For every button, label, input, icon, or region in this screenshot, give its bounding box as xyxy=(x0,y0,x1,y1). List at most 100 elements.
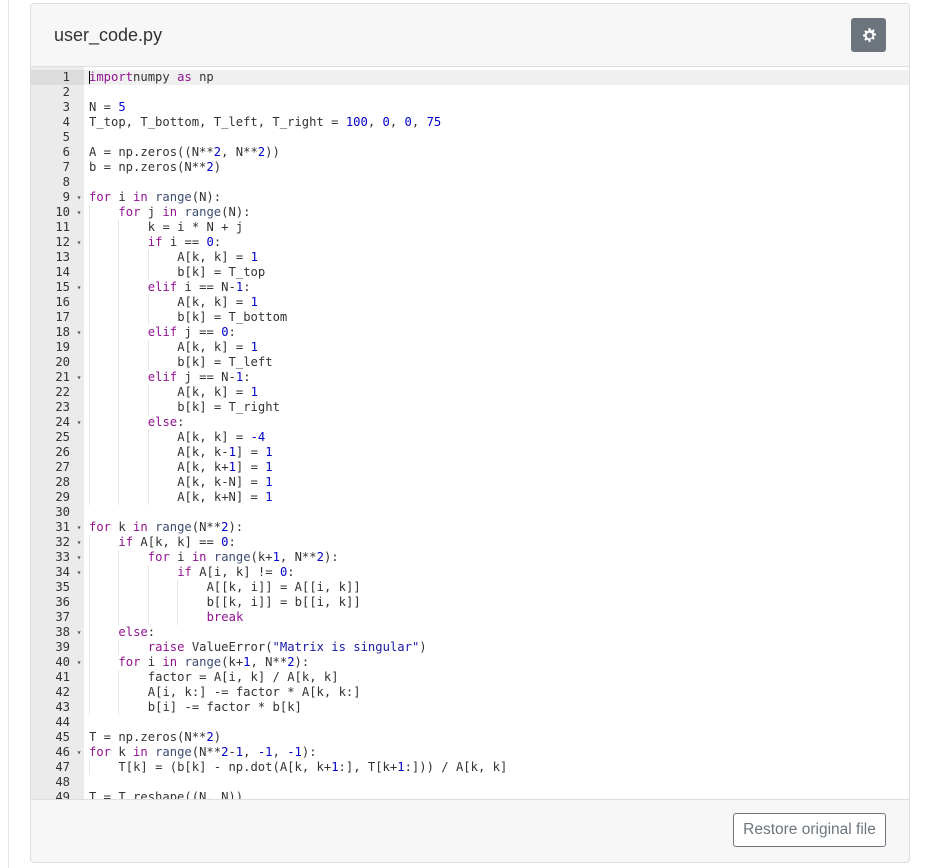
code-line[interactable]: 30 xyxy=(31,505,909,520)
fold-toggle-icon[interactable]: ▾ xyxy=(74,415,84,430)
code-token: :], T[k+ xyxy=(338,760,398,774)
code-line[interactable]: 27 A[k, k+1] = 1 xyxy=(31,460,909,475)
code-token: , xyxy=(367,115,383,129)
code-line[interactable]: 48 xyxy=(31,775,909,790)
code-line[interactable]: 32 ▾ if A[k, k] == 0: xyxy=(31,535,909,550)
code-line[interactable]: 8 xyxy=(31,175,909,190)
code-token: break xyxy=(206,610,244,624)
code-line[interactable]: 14 b[k] = T_top xyxy=(31,265,909,280)
code-line[interactable]: 43 b[i] -= factor * b[k] xyxy=(31,700,909,715)
code-line[interactable]: 34 ▾ if A[i, k] != 0: xyxy=(31,565,909,580)
fold-toggle-icon[interactable]: ▾ xyxy=(74,565,84,580)
code-line[interactable]: 10 ▾ for j in range(N): xyxy=(31,205,909,220)
code-token: in xyxy=(133,520,148,534)
restore-original-file-button[interactable]: Restore original file xyxy=(733,813,886,847)
fold-toggle-icon[interactable]: ▾ xyxy=(74,655,84,670)
code-token: for xyxy=(118,205,141,219)
code-token: -1 xyxy=(257,745,273,759)
code-token: import xyxy=(89,70,134,84)
code-text: b[k] = T_top xyxy=(177,265,265,280)
code-line[interactable]: 26 A[k, k-1] = 1 xyxy=(31,445,909,460)
code-line[interactable]: 46 ▾ for k in range(N**2-1, -1, -1): xyxy=(31,745,909,760)
code-line[interactable]: 15 ▾ elif i == N-1: xyxy=(31,280,909,295)
fold-toggle-icon[interactable]: ▾ xyxy=(74,280,84,295)
fold-toggle-icon[interactable]: ▾ xyxy=(74,205,84,220)
indent-guide xyxy=(118,265,120,280)
code-token: ) xyxy=(213,730,222,744)
code-line[interactable]: 6 A = np.zeros((N**2, N**2)) xyxy=(31,145,909,160)
code-line[interactable]: 47 T[k] = (b[k] - np.dot(A[k, k+1:], T[k+… xyxy=(31,760,909,775)
code-token: : xyxy=(228,535,236,549)
fold-toggle-icon[interactable]: ▾ xyxy=(74,370,84,385)
code-line[interactable]: 45 T = np.zeros(N**2) xyxy=(31,730,909,745)
code-line[interactable]: 9 ▾ for i in range(N): xyxy=(31,190,909,205)
line-number: 30 xyxy=(55,505,70,519)
fold-toggle-icon[interactable]: ▾ xyxy=(74,550,84,565)
code-line[interactable]: 25 A[k, k] = -4 xyxy=(31,430,909,445)
code-line[interactable]: 18 ▾ elif j == 0: xyxy=(31,325,909,340)
code-line[interactable]: 11 k = i * N + j xyxy=(31,220,909,235)
code-line[interactable]: 19 A[k, k] = 1 xyxy=(31,340,909,355)
code-line[interactable]: 42 A[i, k:] -= factor * A[k, k:] xyxy=(31,685,909,700)
code-line[interactable]: 1 importnumpy as np xyxy=(31,70,909,85)
code-line[interactable]: 12 ▾ if i == 0: xyxy=(31,235,909,250)
settings-button[interactable] xyxy=(851,18,886,52)
code-token: 1 xyxy=(397,760,405,774)
code-line[interactable]: 36 b[[k, i]] = b[[i, k]] xyxy=(31,595,909,610)
code-editor[interactable]: 1 importnumpy as np 2 3 N = 5 4 T_top, T_botto… xyxy=(31,67,909,802)
fold-toggle-icon[interactable]: ▾ xyxy=(74,235,84,250)
code-line[interactable]: 4 T_top, T_bottom, T_left, T_right = 100,… xyxy=(31,115,909,130)
code-line[interactable]: 16 A[k, k] = 1 xyxy=(31,295,909,310)
code-line[interactable]: 35 A[[k, i]] = A[[i, k]] xyxy=(31,580,909,595)
code-line[interactable]: 28 A[k, k-N] = 1 xyxy=(31,475,909,490)
fold-toggle-icon[interactable]: ▾ xyxy=(74,520,84,535)
code-line[interactable]: 21 ▾ elif j == N-1: xyxy=(31,370,909,385)
code-token: in xyxy=(133,745,148,759)
code-token: 1 xyxy=(265,445,273,459)
code-line[interactable]: 7 b = np.zeros(N**2) xyxy=(31,160,909,175)
code-line[interactable]: 13 A[k, k] = 1 xyxy=(31,250,909,265)
code-line[interactable]: 24 ▾ else: xyxy=(31,415,909,430)
code-line[interactable]: 44 xyxy=(31,715,909,730)
fold-toggle-icon[interactable]: ▾ xyxy=(74,535,84,550)
code-token: A[k, k] = xyxy=(177,295,251,309)
code-line[interactable]: 41 factor = A[i, k] / A[k, k] xyxy=(31,670,909,685)
code-line[interactable]: 31 ▾ for k in range(N**2): xyxy=(31,520,909,535)
code-line[interactable]: 37 break xyxy=(31,610,909,625)
fold-toggle-icon[interactable]: ▾ xyxy=(74,745,84,760)
code-token: b[k] = T_top xyxy=(177,265,266,279)
fold-toggle-icon[interactable]: ▾ xyxy=(74,325,84,340)
code-token: i xyxy=(140,655,163,669)
code-line[interactable]: 29 A[k, k+N] = 1 xyxy=(31,490,909,505)
code-line[interactable]: 23 b[k] = T_right xyxy=(31,400,909,415)
code-token: else xyxy=(118,625,148,639)
code-token: : xyxy=(228,325,236,339)
fold-toggle-icon[interactable]: ▾ xyxy=(74,190,84,205)
indent-guide xyxy=(89,310,90,325)
code-line[interactable]: 3 N = 5 xyxy=(31,100,909,115)
code-token: k = i * N + j xyxy=(147,220,244,234)
code-line[interactable]: 22 A[k, k] = 1 xyxy=(31,385,909,400)
code-line[interactable]: 17 b[k] = T_bottom xyxy=(31,310,909,325)
fold-toggle-icon[interactable]: ▾ xyxy=(74,625,84,640)
code-text: A[k, k] = 1 xyxy=(177,340,258,355)
code-line[interactable]: 20 b[k] = T_left xyxy=(31,355,909,370)
indent-guide xyxy=(89,625,90,640)
code-line[interactable]: 2 xyxy=(31,85,909,100)
code-token: b[i] -= factor * b[k] xyxy=(147,700,302,714)
code-token: i == N- xyxy=(177,280,236,294)
code-line[interactable]: 39 raise ValueError("Matrix is singular") xyxy=(31,640,909,655)
code-token: for xyxy=(118,655,141,669)
code-line[interactable]: 38 ▾ else: xyxy=(31,625,909,640)
code-line[interactable]: 40 ▾ for i in range(k+1, N**2): xyxy=(31,655,909,670)
code-line[interactable]: 33 ▾ for i in range(k+1, N**2): xyxy=(31,550,909,565)
code-line[interactable]: 5 xyxy=(31,130,909,145)
indent-guide xyxy=(89,685,90,700)
code-token: range xyxy=(155,520,192,534)
indent-guide xyxy=(147,565,149,580)
line-number: 1 xyxy=(31,70,84,85)
indent-guide xyxy=(89,370,90,385)
line-number: 23 xyxy=(55,400,70,414)
